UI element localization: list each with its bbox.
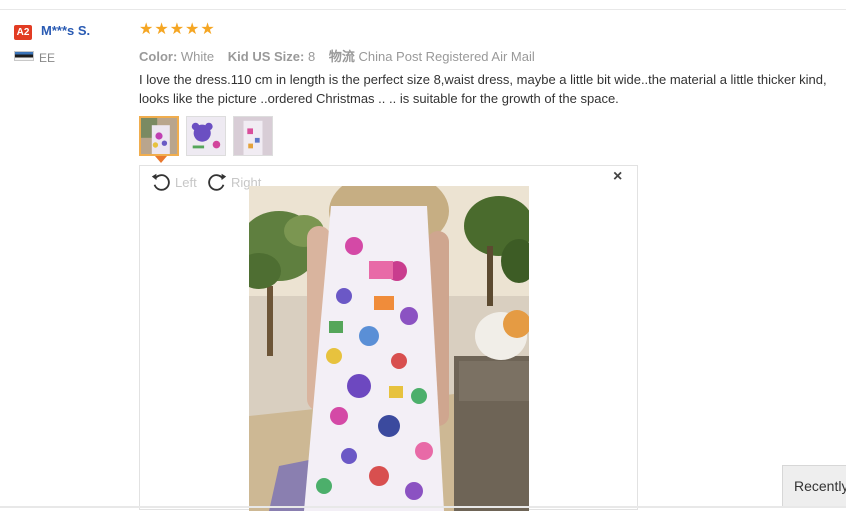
photo-viewer: Left Right × bbox=[139, 165, 638, 511]
star-icon: ★ bbox=[200, 21, 215, 38]
rotate-left-button[interactable]: Left bbox=[150, 171, 197, 193]
review-photo-thumb[interactable] bbox=[233, 116, 273, 156]
recently-viewed-tab[interactable]: Recently bbox=[782, 465, 846, 507]
close-icon[interactable]: × bbox=[613, 168, 622, 186]
star-icon: ★ bbox=[139, 21, 154, 38]
color-label: Color: bbox=[139, 49, 178, 64]
order-attributes: Color: White Kid US Size: 8 物流 China Pos… bbox=[139, 46, 545, 65]
flag-icon bbox=[14, 51, 34, 61]
review-photo-thumb[interactable] bbox=[139, 116, 179, 156]
star-icon: ★ bbox=[169, 21, 185, 38]
review-text: I love the dress.110 cm in length is the… bbox=[139, 70, 845, 108]
review-photo-thumb[interactable] bbox=[186, 116, 226, 156]
user-name[interactable]: M***s S. bbox=[41, 23, 90, 38]
star-icon: ★ bbox=[154, 21, 169, 38]
active-thumb-pointer bbox=[155, 156, 167, 163]
rotate-right-icon bbox=[208, 173, 227, 191]
review-text-line: I love the dress.110 cm in length is the… bbox=[139, 72, 827, 87]
star-rating: ★ ★ ★ ★ ★ bbox=[139, 21, 215, 39]
shipping-value: China Post Registered Air Mail bbox=[358, 49, 535, 64]
size-label: Kid US Size: bbox=[227, 49, 305, 64]
star-icon: ★ bbox=[185, 21, 200, 38]
top-divider bbox=[0, 9, 846, 10]
rotate-left-label: Left bbox=[175, 174, 197, 190]
rotate-left-icon bbox=[151, 173, 170, 191]
color-value: White bbox=[180, 49, 215, 64]
review-text-line: looks like the picture ..ordered Christm… bbox=[139, 91, 619, 106]
shipping-label: 物流 bbox=[328, 49, 355, 64]
country-code: EE bbox=[39, 51, 56, 65]
size-value: 8 bbox=[307, 49, 316, 64]
level-badge: A2 bbox=[14, 25, 32, 40]
review-photo-large bbox=[249, 186, 529, 511]
